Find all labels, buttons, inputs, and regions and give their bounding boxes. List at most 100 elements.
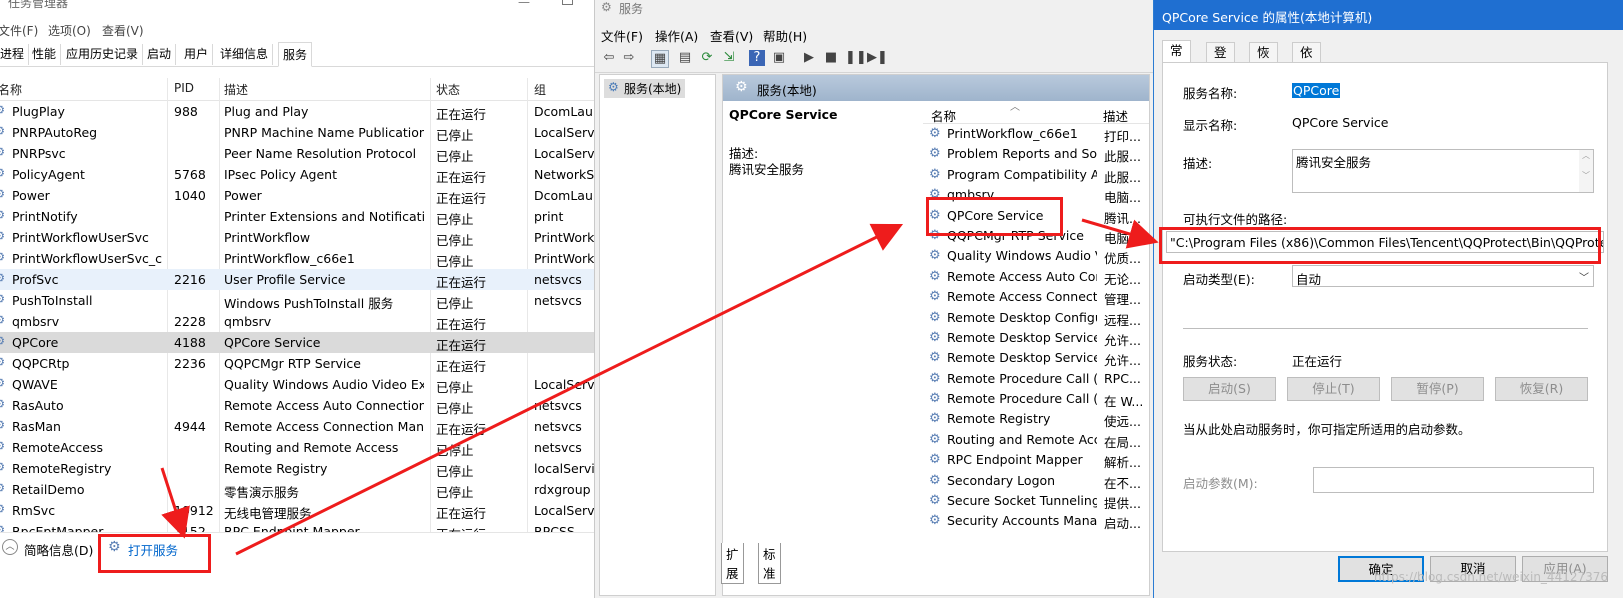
- col-group[interactable]: 组: [534, 81, 546, 98]
- cell-name: RemoteRegistry: [12, 461, 112, 476]
- tab-services[interactable]: 服务: [278, 42, 313, 67]
- less-details-link[interactable]: 简略信息(D): [24, 540, 93, 559]
- col-name[interactable]: 名称: [0, 81, 22, 98]
- col-pid[interactable]: PID: [174, 81, 194, 95]
- pause-button[interactable]: 暂停(P): [1391, 377, 1484, 401]
- play-icon[interactable]: ▶: [801, 50, 817, 66]
- tab-app-history[interactable]: 应用历史记录: [62, 44, 144, 65]
- dialog-titlebar[interactable]: QPCore Service 的属性(本地计算机): [1154, 0, 1623, 30]
- list-item[interactable]: ⚙ Program Compatibility A... 此服...: [923, 165, 1149, 185]
- tab-dependencies[interactable]: 依存关系: [1292, 42, 1321, 120]
- list-item[interactable]: ⚙ Routing and Remote Acc... 在局...: [923, 430, 1149, 450]
- display-name-value[interactable]: QPCore Service: [1292, 115, 1388, 130]
- list-item[interactable]: ⚙ Security Accounts Manag... 启动...: [923, 511, 1149, 531]
- list-item[interactable]: ⚙ Problem Reports and Sol... 此服...: [923, 144, 1149, 164]
- table-row[interactable]: ⚙ QWAVE Quality Windows Audio Video Ex... 已…: [0, 374, 600, 395]
- table-row[interactable]: ⚙ PlugPlay 988 Plug and Play 正在运行 DcomLaunch: [0, 101, 600, 122]
- service-name: Remote Desktop Services: [947, 329, 1097, 345]
- table-row[interactable]: ⚙ RetailDemo 零售演示服务 已停止 rdxgroup: [0, 479, 600, 500]
- tab-general[interactable]: 常规: [1162, 40, 1191, 78]
- tab-users[interactable]: 用户: [180, 44, 214, 65]
- stop-button[interactable]: 停止(T): [1287, 377, 1380, 401]
- tab-standard[interactable]: 标准: [758, 543, 781, 584]
- restart-icon[interactable]: ▶❚: [867, 50, 888, 66]
- list-col-desc[interactable]: 描述: [1103, 106, 1128, 125]
- list-col-name[interactable]: 名称: [931, 106, 956, 125]
- table-row[interactable]: ⚙ PNRPsvc Peer Name Resolution Protocol 已停止…: [0, 143, 600, 164]
- gear-icon: ⚙: [0, 377, 6, 389]
- list-item[interactable]: ⚙ Remote Access Auto Con... 无论...: [923, 267, 1149, 287]
- cell-pid: 4188: [174, 335, 206, 350]
- table-row[interactable]: ⚙ RemoteAccess Routing and Remote Access 已停…: [0, 437, 600, 458]
- svc-menu-view[interactable]: 查看(V): [710, 26, 753, 45]
- list-item[interactable]: ⚙ Remote Registry 使远...: [923, 409, 1149, 429]
- tab-startup[interactable]: 启动: [143, 44, 177, 65]
- properties-sheet-icon[interactable]: ▤: [677, 50, 693, 66]
- forward-arrow-icon[interactable]: ⇨: [621, 50, 637, 66]
- table-row[interactable]: ⚙ PNRPAutoReg PNRP Machine Name Publicatio…: [0, 122, 600, 143]
- list-item[interactable]: ⚙ PrintWorkflow_c66e1 打印...: [923, 124, 1149, 144]
- table-row[interactable]: ⚙ qmbsrv 2228 qmbsrv 正在运行: [0, 311, 600, 332]
- tab-processes[interactable]: 进程: [0, 44, 30, 65]
- stop-icon[interactable]: ■: [823, 50, 839, 66]
- table-row[interactable]: ⚙ RemoteRegistry Remote Registry 已停止 localSe…: [0, 458, 600, 479]
- service-name-value[interactable]: QPCore: [1292, 83, 1341, 98]
- back-arrow-icon[interactable]: ⇦: [601, 50, 617, 66]
- table-row[interactable]: ⚙ RasAuto Remote Access Auto Connection ..…: [0, 395, 600, 416]
- start-param-input[interactable]: [1313, 467, 1594, 493]
- table-row[interactable]: ⚙ PushToInstall Windows PushToInstall 服务 已停…: [0, 290, 600, 311]
- table-row[interactable]: ⚙ Power 1040 Power 正在运行 DcomLaunch: [0, 185, 600, 206]
- export-icon[interactable]: ⇲: [721, 50, 737, 66]
- list-item[interactable]: ⚙ Remote Access Connecti... 管理...: [923, 287, 1149, 307]
- list-item[interactable]: ⚙ Remote Desktop Configu... 远程...: [923, 308, 1149, 328]
- tab-logon[interactable]: 登录: [1206, 42, 1235, 80]
- refresh-icon[interactable]: ⟳: [699, 50, 715, 66]
- list-item[interactable]: ⚙ Remote Desktop Service... 允许...: [923, 348, 1149, 368]
- view-icon[interactable]: ▣: [771, 50, 787, 66]
- tm-titlebar[interactable]: 任务管理器 —: [0, 0, 600, 14]
- col-desc[interactable]: 描述: [224, 81, 248, 98]
- help-icon[interactable]: ?: [749, 50, 765, 66]
- svc-menu-action[interactable]: 操作(A): [655, 26, 698, 45]
- gear-icon: ⚙: [0, 440, 6, 452]
- maximize-icon[interactable]: [562, 0, 573, 5]
- col-status[interactable]: 状态: [436, 81, 460, 98]
- table-row[interactable]: ⚙ ProfSvc 2216 User Profile Service 正在运行 nets…: [0, 269, 600, 290]
- tab-recovery[interactable]: 恢复: [1249, 42, 1278, 80]
- list-item[interactable]: ⚙ Remote Procedure Call (... RPC...: [923, 369, 1149, 389]
- scrollbar[interactable]: ︿ ﹀: [1579, 150, 1593, 192]
- tab-details[interactable]: 详细信息: [216, 44, 274, 65]
- start-button[interactable]: 启动(S): [1183, 377, 1276, 401]
- cell-group: localService: [534, 461, 600, 476]
- pause-icon[interactable]: ❚❚: [845, 50, 867, 66]
- tm-menu-file[interactable]: 文件(F): [0, 22, 38, 39]
- table-row[interactable]: ⚙ PrintWorkflowUserSvc PrintWorkflow 已停止 Pri…: [0, 227, 600, 248]
- table-row[interactable]: ⚙ QQPCRtp 2236 QQPCMgr RTP Service 正在运行: [0, 353, 600, 374]
- table-row[interactable]: ⚙ PolicyAgent 5768 IPsec Policy Agent 正在运行 Ne…: [0, 164, 600, 185]
- list-item[interactable]: ⚙ Remote Procedure Call (... 在 W...: [923, 389, 1149, 409]
- list-item[interactable]: ⚙ RPC Endpoint Mapper 解析...: [923, 450, 1149, 470]
- list-item[interactable]: ⚙ Secure Socket Tunneling ... 提供...: [923, 491, 1149, 511]
- table-row[interactable]: ⚙ PrintNotify Printer Extensions and Notif…: [0, 206, 600, 227]
- resume-button[interactable]: 恢复(R): [1495, 377, 1588, 401]
- minimize-icon[interactable]: —: [518, 0, 530, 8]
- table-row[interactable]: ⚙ PrintWorkflowUserSvc_c... PrintWorkflow_…: [0, 248, 600, 269]
- list-item[interactable]: ⚙ Quality Windows Audio V... 优质...: [923, 246, 1149, 266]
- tree-node-services-local[interactable]: ⚙ 服务(本地): [604, 79, 686, 98]
- svc-menu-help[interactable]: 帮助(H): [763, 26, 807, 45]
- list-item[interactable]: ⚙ Remote Desktop Services 允许...: [923, 328, 1149, 348]
- table-row[interactable]: ⚙ QPCore 4188 QPCore Service 正在运行: [0, 332, 600, 353]
- tab-performance[interactable]: 性能: [28, 44, 62, 65]
- chevron-up-icon[interactable]: ︿: [2, 539, 18, 555]
- table-row[interactable]: ⚙ RasMan 4944 Remote Access Connection Man.…: [0, 416, 600, 437]
- tm-menu-options[interactable]: 选项(O): [48, 22, 91, 39]
- tm-menu-view[interactable]: 查看(V): [102, 22, 144, 39]
- table-row[interactable]: ⚙ RmSvc 10912 无线电管理服务 正在运行 LocalService: [0, 500, 600, 521]
- tab-extended[interactable]: 扩展: [721, 543, 744, 584]
- list-item[interactable]: ⚙ Secondary Logon 在不...: [923, 471, 1149, 491]
- startup-type-select[interactable]: 自动 ﹀: [1292, 265, 1594, 287]
- console-tree-icon[interactable]: ▦: [651, 50, 669, 68]
- description-field[interactable]: 腾讯安全服务 ︿ ﹀: [1292, 149, 1594, 193]
- svc-menu-file[interactable]: 文件(F): [601, 26, 643, 45]
- service-name: Remote Procedure Call (...: [947, 370, 1097, 386]
